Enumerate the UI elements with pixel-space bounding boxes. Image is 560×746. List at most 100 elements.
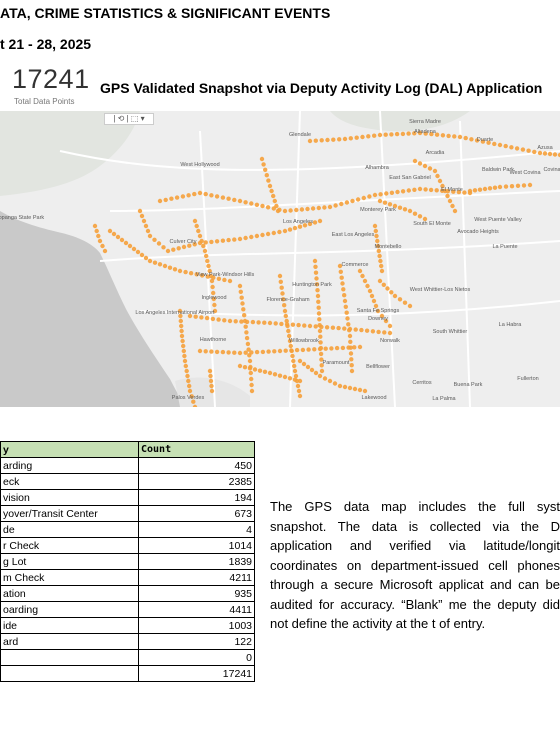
gps-point [247,353,252,358]
gps-point [92,223,98,229]
gps-point [423,187,428,192]
gps-point [197,348,203,354]
gps-point [145,228,151,234]
gps-point [152,237,157,242]
map-place-label: Fullerton [517,376,538,382]
map-place-label: Inglewood [201,295,226,301]
map-place-label: View Park-Windsor Hills [196,272,255,278]
gps-point [313,138,318,143]
gps-point [271,230,276,236]
gps-point [277,273,283,279]
gps-point [131,246,137,252]
count-cell: 1003 [138,617,255,634]
gps-point [417,186,423,192]
gps-point [165,248,171,254]
map-place-label: South Whittier [433,329,468,335]
gps-point [238,289,243,294]
gps-point [186,193,191,198]
gps-point [327,204,333,210]
gps-point [307,138,313,144]
gps-point [184,368,189,374]
gps-point [370,329,376,334]
gps-point [297,378,303,384]
gps-point [204,253,209,259]
gps-point [440,133,446,138]
gps-point [111,231,117,237]
gps-point [197,190,203,196]
map-place-label: Santa Fe Springs [357,308,400,314]
gps-point [394,131,400,137]
gps-point [267,183,273,189]
gps-point [256,320,261,325]
table-row: 17241 [0,665,255,682]
gps-point [318,340,323,345]
gps-point [254,202,260,207]
gps-point [406,131,411,136]
gps-point [333,203,338,208]
gps-point [314,276,319,281]
map-place-label: Florence-Graham [266,297,310,303]
gps-point [342,384,348,390]
gps-point [220,195,226,200]
report-date-range: t 21 - 28, 2025 [0,36,92,52]
gps-point [292,377,298,382]
gps-point [240,301,245,306]
activity-cell: ide [0,617,139,634]
gps-point [503,184,509,189]
gps-point [357,344,363,350]
gps-point [97,238,103,244]
gps-point [181,348,186,354]
gps-point [243,200,248,205]
gps-point [182,353,187,359]
gps-point [267,370,273,376]
gps-point [450,203,455,209]
gps-point [278,279,283,284]
gps-point [192,218,198,224]
map-canvas[interactable]: Glendale Sierra Madre Duarte Azusa Arcadia Al… [0,111,560,407]
gps-point [277,348,283,354]
table-row: de 4 [0,521,255,538]
map-place-label: West Puente Valley [474,217,522,223]
gps-point [377,278,383,284]
gps-point [208,378,214,384]
gps-point [521,183,527,188]
gps-point [271,193,276,199]
gps-point [446,133,451,139]
gps-point [203,240,208,245]
gps-point [532,149,537,155]
gps-point [376,329,381,335]
gps-activity-map[interactable]: Glendale Sierra Madre Duarte Azusa Arcadia Al… [0,111,560,407]
gps-point [406,188,411,193]
gps-point [280,291,285,296]
gps-point [322,205,327,210]
gps-point [342,293,347,298]
gps-point [452,134,457,139]
map-place-label: Altadena [414,129,437,135]
gps-point [350,198,355,204]
gps-point [310,206,316,211]
gps-point [365,283,370,289]
gps-point [313,370,319,376]
gps-point [294,207,299,213]
map-toolbar[interactable]: | ⟲ | ⬚ ▾ [104,113,154,125]
gps-point [288,208,293,213]
gps-point [162,263,168,269]
gps-point [349,357,354,362]
gps-point [324,325,330,330]
gps-point [269,188,274,194]
gps-point [247,358,253,364]
map-place-label: West Hollywood [180,162,219,168]
gps-point [457,134,463,140]
gps-point [300,347,306,353]
gps-point [362,388,368,394]
gps-point [143,255,149,261]
gps-point [226,196,231,201]
count-cell: 450 [138,457,255,474]
gps-point [307,323,313,329]
gps-point [282,303,287,308]
gps-point [292,225,298,231]
gps-point [282,308,288,314]
gps-point [407,303,413,309]
gps-point [315,288,320,293]
gps-point [347,328,352,333]
